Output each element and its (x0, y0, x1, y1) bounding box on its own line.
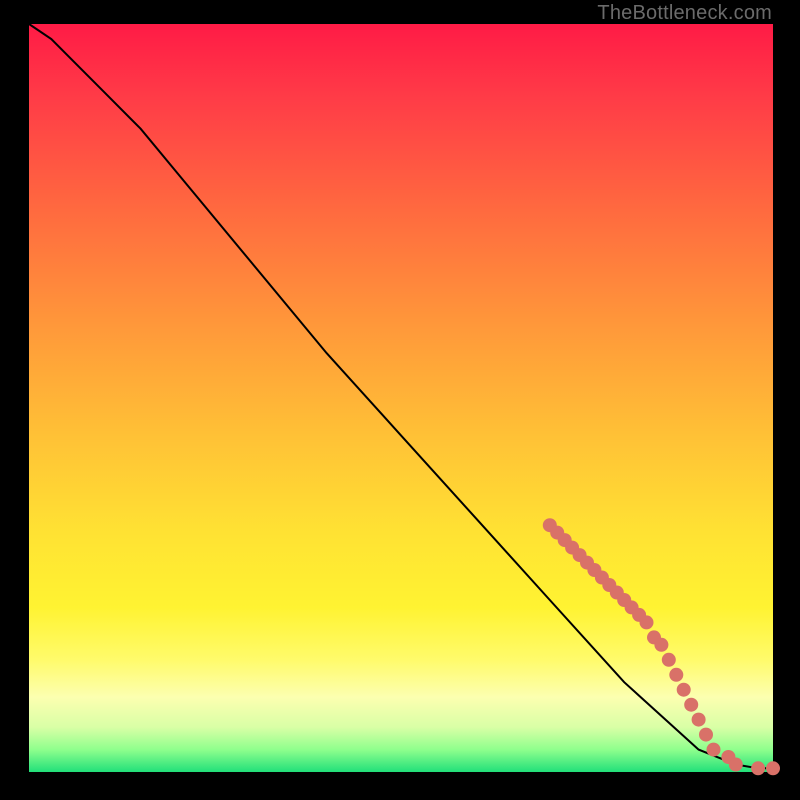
chart-stage: TheBottleneck.com (0, 0, 800, 800)
data-point (669, 668, 683, 682)
data-point (684, 698, 698, 712)
plot-area (29, 24, 773, 772)
data-point (766, 761, 780, 775)
data-point (640, 615, 654, 629)
data-markers (543, 518, 780, 775)
data-point (751, 761, 765, 775)
watermark-label: TheBottleneck.com (597, 2, 772, 25)
data-point (699, 728, 713, 742)
data-point (662, 653, 676, 667)
data-point (707, 743, 721, 757)
data-point (692, 713, 706, 727)
data-point (654, 638, 668, 652)
bottleneck-curve (29, 24, 773, 768)
data-point (729, 758, 743, 772)
chart-svg (29, 24, 773, 772)
data-point (677, 683, 691, 697)
